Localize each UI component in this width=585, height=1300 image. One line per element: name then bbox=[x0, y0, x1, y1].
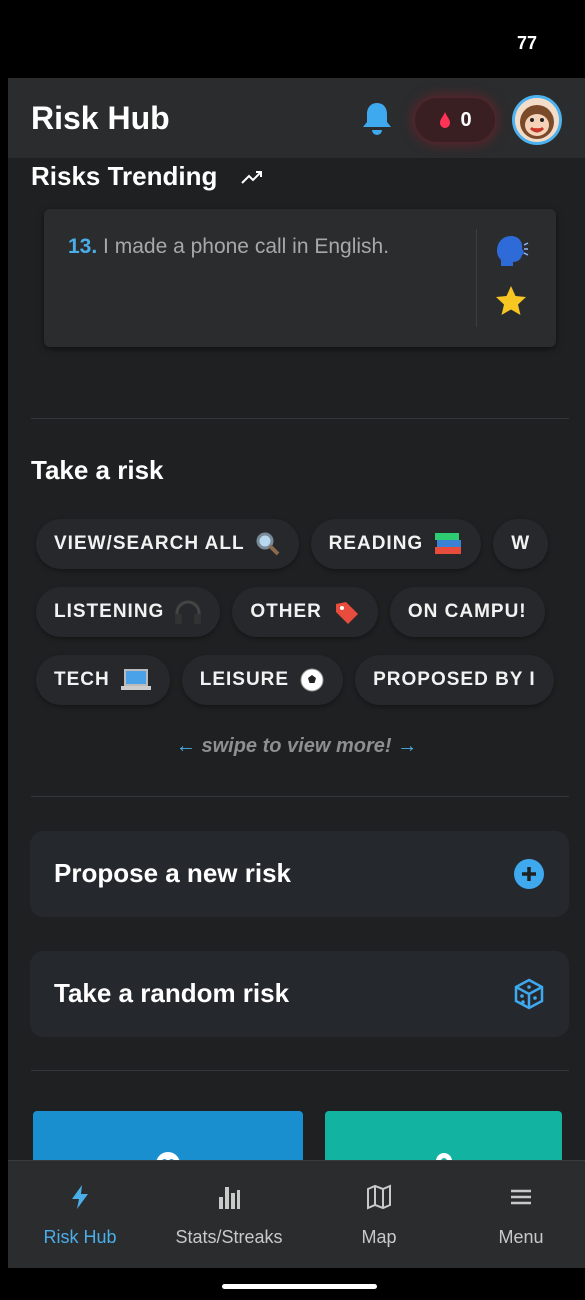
trending-risk-number: 13. bbox=[68, 235, 98, 258]
chip-view-search-all[interactable]: VIEW/SEARCH ALL bbox=[36, 519, 299, 569]
chip-label: PROPOSED BY I bbox=[373, 669, 536, 690]
category-row-1: VIEW/SEARCH ALL READING W bbox=[36, 519, 549, 569]
trending-risk-text: 13. I made a phone call in English. bbox=[68, 235, 389, 259]
nav-label: Risk Hub bbox=[43, 1227, 117, 1247]
app-header: Risk Hub 0 bbox=[8, 78, 585, 158]
propose-risk-button[interactable]: Propose a new risk bbox=[30, 831, 569, 917]
books-icon bbox=[433, 531, 463, 557]
nav-map[interactable]: Map bbox=[307, 1161, 451, 1261]
card-divider bbox=[476, 229, 477, 327]
chip-proposed-by[interactable]: PROPOSED BY I bbox=[355, 655, 554, 705]
chip-other[interactable]: OTHER bbox=[232, 587, 378, 637]
chip-reading[interactable]: READING bbox=[310, 519, 482, 569]
plus-circle-icon bbox=[514, 859, 544, 889]
section-divider bbox=[31, 418, 569, 419]
take-risk-section-title: Take a risk bbox=[31, 455, 164, 485]
chip-label: LEISURE bbox=[199, 669, 290, 690]
chip-writing[interactable]: W bbox=[493, 519, 549, 569]
chip-label: ON CAMPU! bbox=[407, 601, 527, 622]
avatar[interactable] bbox=[512, 95, 562, 145]
random-risk-label: Take a random risk bbox=[54, 978, 290, 1008]
section-divider bbox=[31, 1070, 569, 1071]
app-screen: Risk Hub 0 Risks Trending 13. I made a p… bbox=[8, 78, 585, 1268]
menu-icon bbox=[511, 1189, 531, 1205]
magnifier-icon bbox=[255, 531, 281, 557]
trending-risk-card[interactable]: 13. I made a phone call in English. bbox=[44, 209, 556, 347]
nav-risk-hub[interactable]: Risk Hub bbox=[8, 1161, 152, 1261]
page-title: Risk Hub bbox=[31, 100, 170, 136]
trending-risk-label: I made a phone call in English. bbox=[103, 235, 390, 258]
category-row-2: LISTENING OTHER ON CAMPU! bbox=[36, 587, 545, 637]
bottom-navigation: Risk Hub Stats/Streaks Map Menu bbox=[8, 1160, 585, 1268]
trending-section-title: Risks Trending bbox=[31, 161, 218, 191]
chip-label: W bbox=[511, 533, 531, 554]
notification-bell-icon[interactable] bbox=[360, 100, 394, 136]
monkey-avatar-icon bbox=[515, 98, 559, 142]
arrow-right-icon: → bbox=[397, 735, 418, 757]
section-divider bbox=[31, 796, 569, 797]
random-risk-button[interactable]: Take a random risk bbox=[30, 951, 569, 1037]
nav-stats-streaks[interactable]: Stats/Streaks bbox=[157, 1161, 301, 1261]
tag-icon bbox=[332, 598, 360, 626]
map-icon bbox=[367, 1184, 391, 1210]
arrow-left-icon: ← bbox=[175, 735, 196, 757]
chip-label: TECH bbox=[54, 669, 110, 690]
chip-label: VIEW/SEARCH ALL bbox=[54, 533, 245, 554]
chip-tech[interactable]: TECH bbox=[36, 655, 170, 705]
nav-menu[interactable]: Menu bbox=[449, 1161, 585, 1261]
swipe-hint-text: swipe to view more! bbox=[201, 735, 392, 757]
home-indicator[interactable] bbox=[222, 1284, 377, 1289]
soccer-ball-icon bbox=[299, 667, 325, 693]
chip-label: READING bbox=[328, 533, 424, 554]
chip-on-campus[interactable]: ON CAMPU! bbox=[389, 587, 545, 637]
nav-label: Stats/Streaks bbox=[175, 1227, 283, 1247]
trending-up-icon bbox=[241, 171, 262, 184]
battery-level: 77 bbox=[516, 33, 537, 53]
chip-listening[interactable]: LISTENING bbox=[36, 587, 221, 637]
chip-leisure[interactable]: LEISURE bbox=[181, 655, 344, 705]
laptop-icon bbox=[120, 668, 152, 692]
chip-label: LISTENING bbox=[54, 601, 165, 622]
swipe-hint: ← swipe to view more! → bbox=[8, 735, 585, 758]
dice-icon bbox=[514, 978, 544, 1010]
lightning-icon bbox=[72, 1185, 88, 1209]
status-bar: 77 bbox=[0, 0, 585, 78]
speaking-head-icon[interactable] bbox=[493, 233, 529, 267]
streak-count: 0 bbox=[460, 108, 472, 131]
chip-label: OTHER bbox=[250, 601, 322, 622]
bar-chart-icon bbox=[219, 1187, 240, 1209]
headphones-icon bbox=[174, 599, 202, 625]
flame-drop-icon bbox=[440, 112, 451, 128]
star-icon[interactable] bbox=[494, 284, 528, 318]
nav-label: Map bbox=[361, 1227, 397, 1247]
propose-risk-label: Propose a new risk bbox=[54, 858, 291, 888]
category-row-3: TECH LEISURE PROPOSED BY I bbox=[36, 655, 554, 705]
streak-badge[interactable]: 0 bbox=[415, 98, 495, 142]
nav-label: Menu bbox=[498, 1227, 544, 1247]
